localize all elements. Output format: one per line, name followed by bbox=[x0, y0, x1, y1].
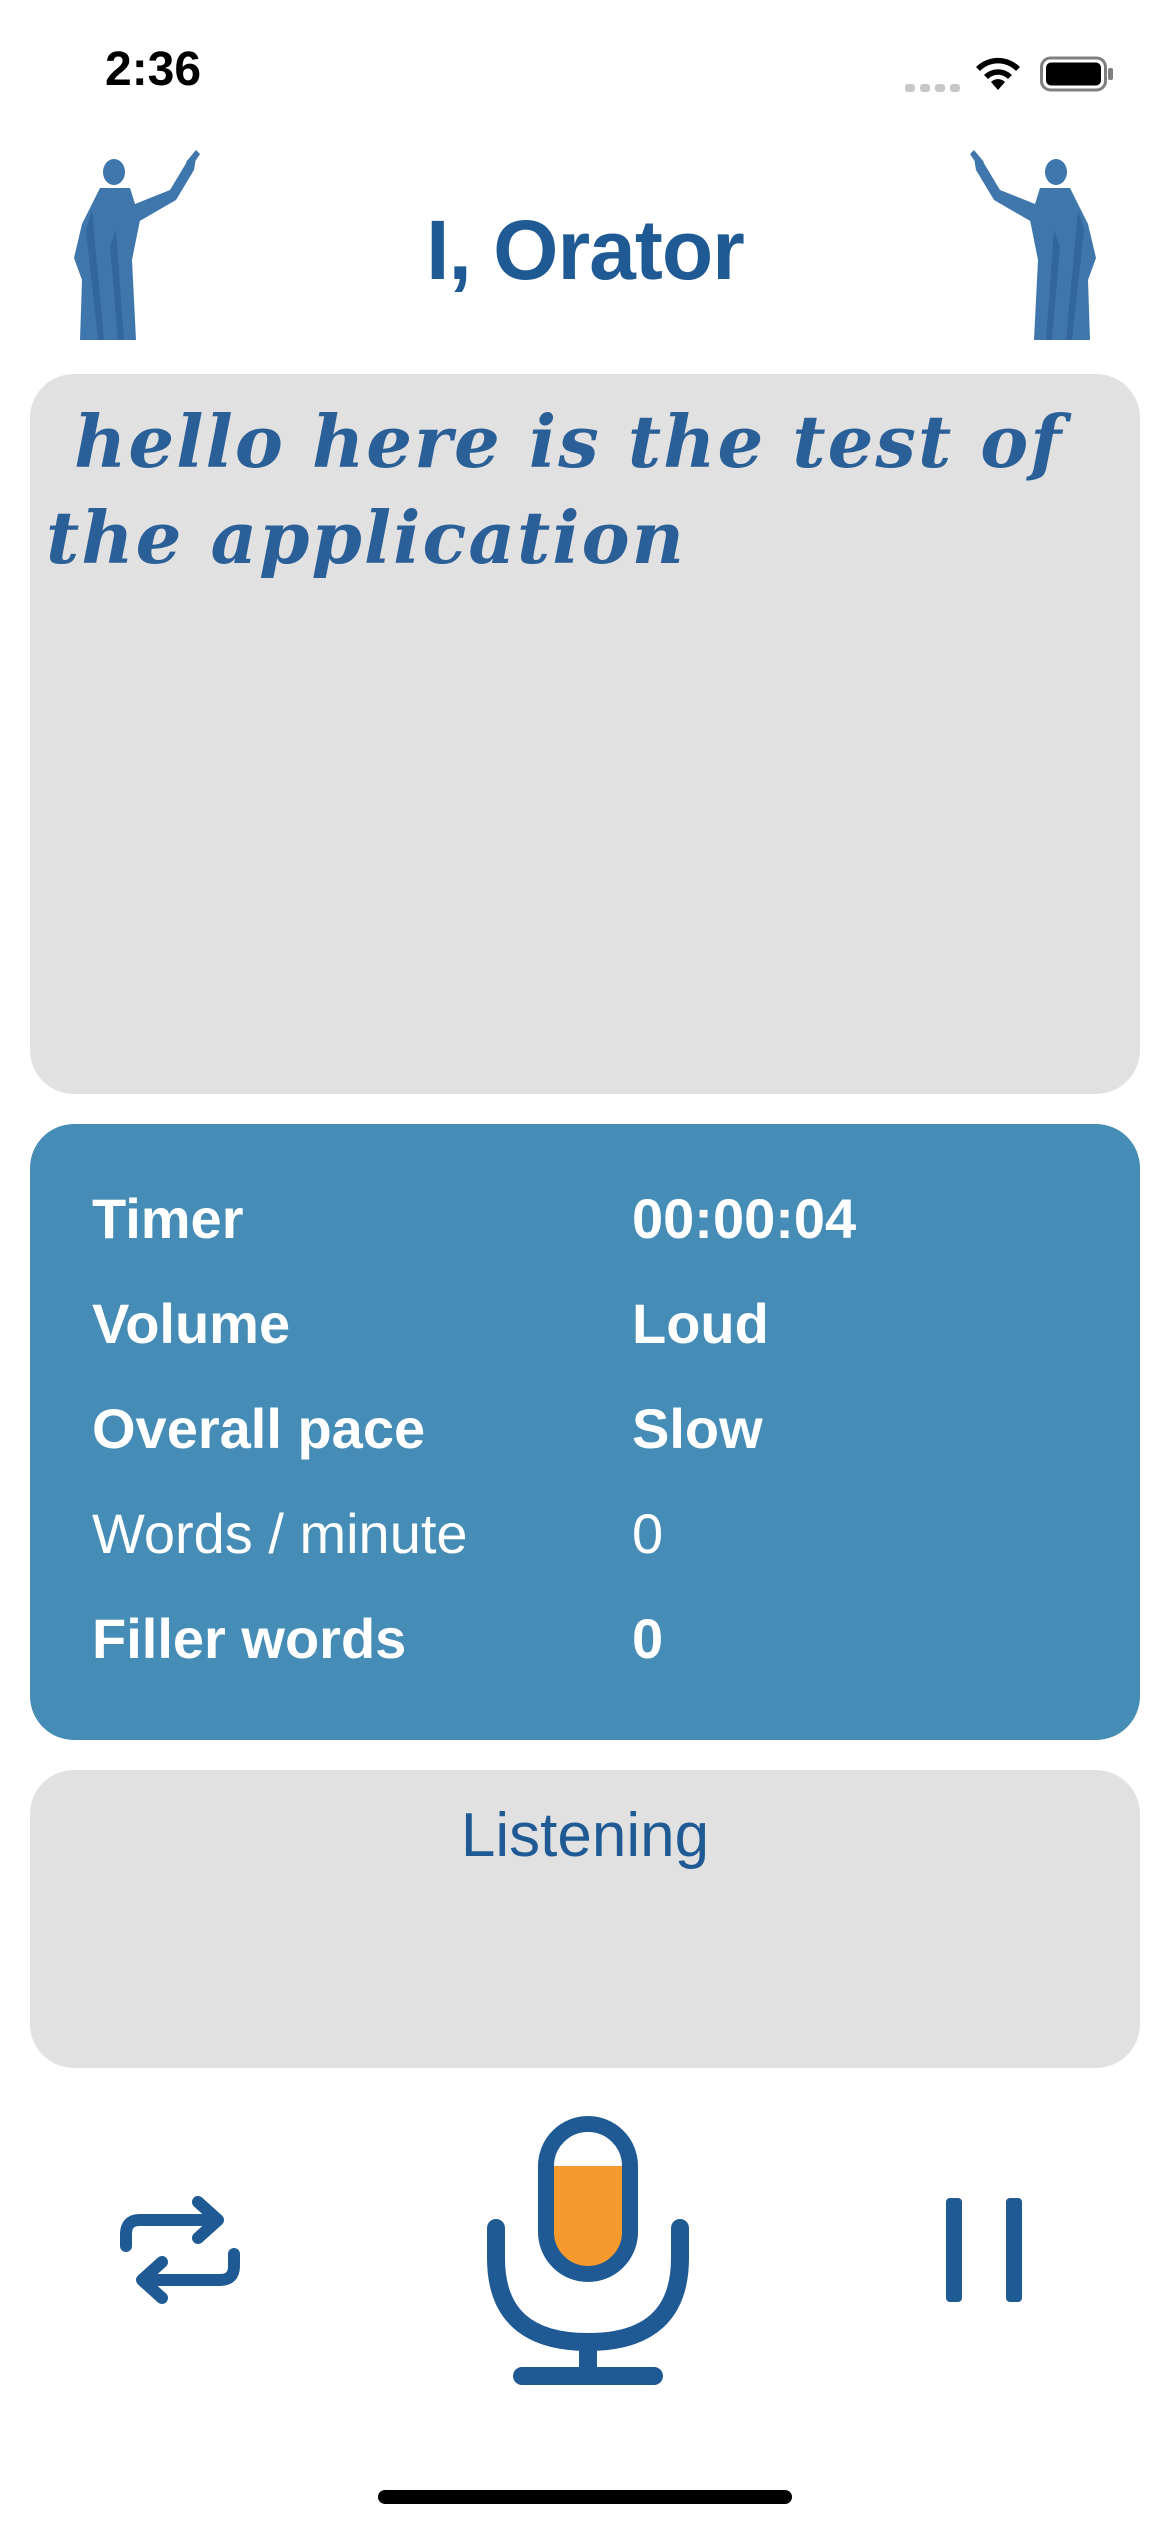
pause-icon[interactable] bbox=[940, 2190, 1040, 2310]
microphone-icon[interactable] bbox=[478, 2110, 698, 2390]
stats-panel: Timer 00:00:04 Volume Loud Overall pace … bbox=[30, 1124, 1140, 1740]
words-per-minute-value: 0 bbox=[632, 1502, 664, 1565]
filler-words-label: Filler words bbox=[92, 1607, 407, 1670]
timer-value: 00:00:04 bbox=[632, 1187, 857, 1250]
stat-row-filler-words: Filler words 0 bbox=[92, 1606, 1092, 1686]
repeat-icon[interactable] bbox=[118, 2188, 242, 2312]
stat-row-timer: Timer 00:00:04 bbox=[92, 1186, 1092, 1266]
signal-icon bbox=[905, 84, 960, 92]
home-indicator bbox=[378, 2490, 792, 2504]
app-screen: 2:36 I, Orator hello here is the test of… bbox=[0, 0, 1170, 2532]
overall-pace-value: Slow bbox=[632, 1397, 763, 1460]
battery-icon bbox=[1040, 56, 1113, 92]
stat-row-volume: Volume Loud bbox=[92, 1291, 1092, 1371]
listening-status: Listening bbox=[460, 1801, 710, 1870]
status-time: 2:36 bbox=[105, 43, 202, 96]
wifi-icon bbox=[976, 57, 1020, 90]
app-header: I, Orator bbox=[0, 150, 1170, 350]
stat-row-overall-pace: Overall pace Slow bbox=[92, 1396, 1092, 1476]
overall-pace-label: Overall pace bbox=[92, 1397, 426, 1460]
words-per-minute-label: Words / minute bbox=[92, 1502, 468, 1565]
stat-row-words-per-minute: Words / minute 0 bbox=[92, 1501, 1092, 1581]
volume-value: Loud bbox=[632, 1292, 769, 1355]
timer-label: Timer bbox=[92, 1187, 244, 1250]
transcript-panel[interactable]: hello here is the test of the applicatio… bbox=[30, 374, 1140, 1094]
statue-right-icon bbox=[970, 150, 1096, 340]
listening-panel: Listening bbox=[30, 1770, 1140, 2068]
status-bar: 2:36 bbox=[0, 0, 1170, 140]
transcript-text: hello here is the test of the applicatio… bbox=[46, 399, 1064, 580]
filler-words-value: 0 bbox=[632, 1607, 664, 1670]
volume-label: Volume bbox=[92, 1292, 291, 1355]
